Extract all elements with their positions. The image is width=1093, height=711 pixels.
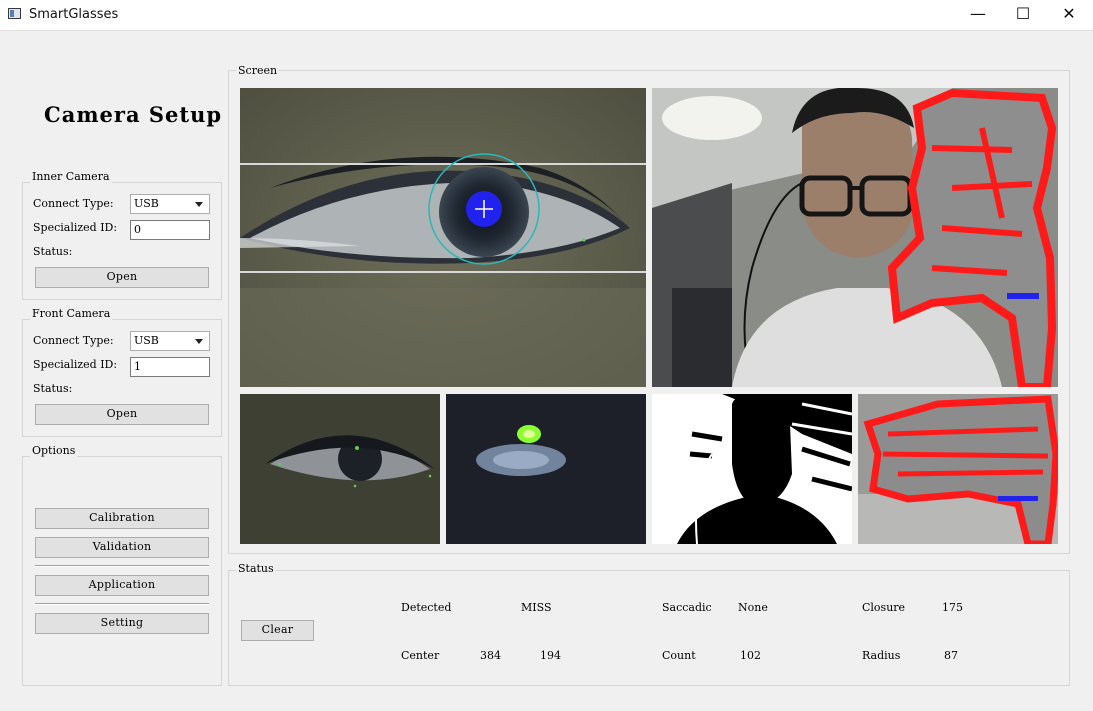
maximize-button[interactable]: ☐	[1000, 0, 1046, 30]
page-title: Camera Setup	[44, 102, 223, 127]
eye-image	[240, 88, 646, 387]
eye-crop-image	[240, 394, 440, 544]
saccadic-label: Saccadic	[662, 601, 712, 614]
inner-camera-title: Inner Camera	[30, 170, 112, 183]
threshold-view	[652, 394, 852, 544]
app-icon	[8, 8, 21, 19]
front-connect-type-label: Connect Type:	[33, 334, 114, 347]
close-button[interactable]: ✕	[1046, 0, 1092, 30]
glint-image	[446, 394, 646, 544]
detected-value: MISS	[521, 601, 552, 614]
saccadic-value: None	[738, 601, 768, 614]
calibration-button[interactable]: Calibration	[35, 508, 209, 529]
front-specialized-id-input[interactable]: 1	[130, 357, 210, 377]
threshold-image	[652, 394, 852, 544]
front-status-label: Status:	[33, 382, 73, 395]
segmentation-image	[858, 394, 1058, 544]
status-group	[228, 570, 1070, 686]
inner-specialized-id-label: Specialized ID:	[33, 221, 118, 234]
inner-specialized-id-input[interactable]: 0	[130, 220, 210, 240]
menu-bar	[0, 30, 1093, 41]
center-label: Center	[401, 649, 440, 662]
glint-view	[446, 394, 646, 544]
window-title: SmartGlasses	[29, 7, 119, 22]
inner-connect-type-select[interactable]: USB	[130, 194, 210, 214]
radius-label: Radius	[862, 649, 901, 662]
front-open-button[interactable]: Open	[35, 404, 209, 425]
closure-label: Closure	[862, 601, 906, 614]
front-connect-type-value: USB	[134, 334, 159, 347]
inner-open-button[interactable]: Open	[35, 267, 209, 288]
center-y-value: 194	[540, 649, 561, 662]
count-label: Count	[662, 649, 696, 662]
status-title: Status	[236, 562, 276, 575]
chevron-down-icon	[195, 339, 203, 344]
closure-value: 175	[942, 601, 963, 614]
eye-crop-view	[240, 394, 440, 544]
inner-camera-view	[240, 88, 646, 387]
chevron-down-icon	[195, 202, 203, 207]
detected-label: Detected	[401, 601, 452, 614]
radius-value: 87	[944, 649, 958, 662]
front-image	[652, 88, 1058, 387]
application-button[interactable]: Application	[35, 575, 209, 596]
validation-button[interactable]: Validation	[35, 537, 209, 558]
count-value: 102	[740, 649, 761, 662]
options-divider	[35, 565, 209, 567]
title-bar	[0, 0, 1093, 30]
inner-status-label: Status:	[33, 245, 73, 258]
front-connect-type-select[interactable]: USB	[130, 331, 210, 351]
clear-button[interactable]: Clear	[241, 620, 314, 641]
inner-connect-type-value: USB	[134, 197, 159, 210]
segmentation-view	[858, 394, 1058, 544]
screen-title: Screen	[236, 64, 280, 77]
front-camera-title: Front Camera	[30, 307, 113, 320]
options-group	[22, 456, 222, 686]
options-title: Options	[30, 444, 78, 457]
inner-connect-type-label: Connect Type:	[33, 197, 114, 210]
center-x-value: 384	[480, 649, 501, 662]
setting-button[interactable]: Setting	[35, 613, 209, 634]
front-camera-view	[652, 88, 1058, 387]
front-specialized-id-label: Specialized ID:	[33, 358, 118, 371]
minimize-button[interactable]: —	[955, 0, 1001, 30]
options-divider	[35, 603, 209, 605]
